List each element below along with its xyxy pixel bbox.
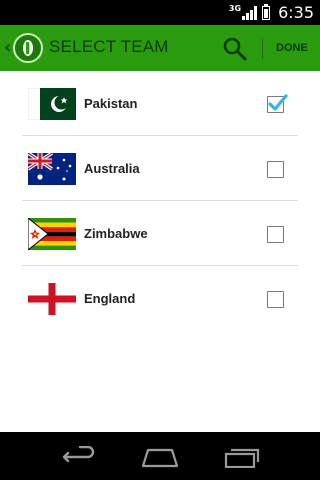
status-clock: 6:35 — [278, 3, 314, 22]
action-bar: ‹ SELECT TEAM DONE — [0, 25, 320, 71]
england-flag-icon — [28, 283, 76, 315]
team-checkbox-england[interactable] — [267, 291, 284, 308]
team-name: Australia — [84, 161, 140, 176]
up-chevron-icon[interactable]: ‹ — [4, 37, 11, 58]
page-title: SELECT TEAM — [49, 37, 169, 56]
home-icon[interactable] — [140, 446, 180, 468]
status-bar: 3G 6:35 — [0, 0, 320, 25]
team-row-england[interactable]: England — [0, 266, 320, 331]
team-name: England — [84, 291, 136, 306]
team-row-pakistan[interactable]: Pakistan — [0, 71, 320, 136]
team-name: Pakistan — [84, 96, 138, 111]
zimbabwe-flag-icon — [28, 218, 76, 250]
team-checkbox-australia[interactable] — [267, 161, 284, 178]
action-divider — [262, 39, 263, 59]
team-row-zimbabwe[interactable]: Zimbabwe — [0, 201, 320, 266]
network-type-label: 3G — [228, 4, 242, 13]
team-list: Pakistan Australia Zimbabwe England — [0, 71, 320, 331]
checkmark-icon — [268, 94, 288, 111]
team-checkbox-zimbabwe[interactable] — [267, 226, 284, 243]
system-nav-bar — [0, 432, 320, 480]
signal-icon — [242, 5, 258, 20]
team-row-australia[interactable]: Australia — [0, 136, 320, 201]
team-checkbox-pakistan[interactable] — [267, 94, 288, 113]
pakistan-flag-icon — [28, 88, 76, 120]
back-icon[interactable] — [60, 446, 100, 468]
done-button[interactable]: DONE — [276, 42, 308, 54]
team-name: Zimbabwe — [84, 226, 148, 241]
battery-icon — [262, 3, 271, 20]
status-icons: 3G 6:35 — [229, 0, 314, 25]
recent-apps-icon[interactable] — [222, 446, 262, 468]
search-icon[interactable] — [222, 36, 248, 62]
australia-flag-icon — [28, 153, 76, 185]
app-logo-icon[interactable] — [13, 33, 43, 63]
